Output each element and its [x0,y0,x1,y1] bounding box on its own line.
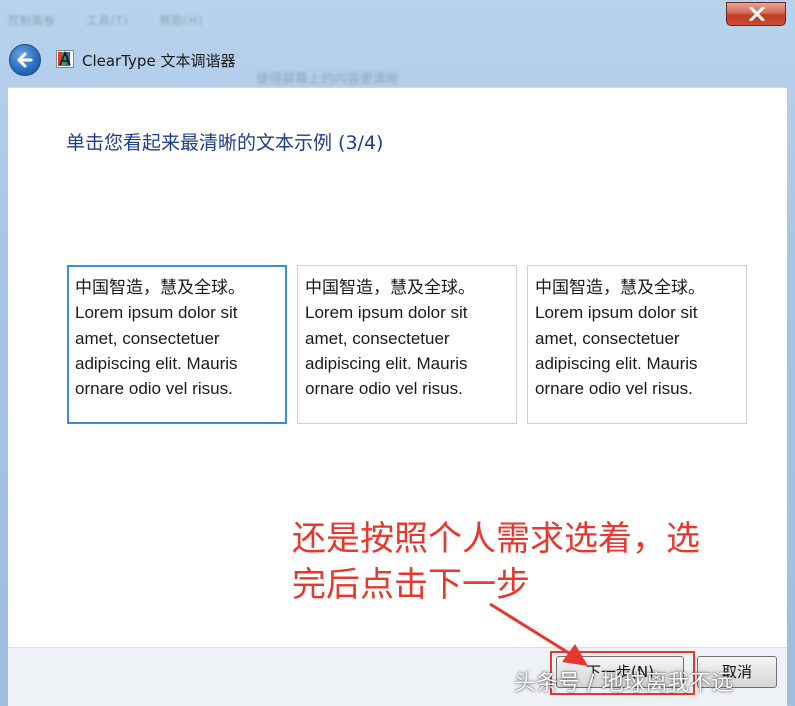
sample-line: amet, consectetuer [75,328,220,348]
sample-line: adipiscing elit. Mauris [305,353,468,373]
annotation-line: 完后点击下一步 [292,565,530,605]
blurred-menu-item: 帮助(H) [159,14,204,27]
close-icon [749,7,765,21]
blurred-menu-item: 控制面板 [8,14,56,27]
page-heading: 单击您看起来最清晰的文本示例 (3/4) [66,132,384,154]
sample-line: 中国智造，慧及全球。 [535,278,705,297]
back-button[interactable] [9,44,41,76]
cleartype-icon [56,50,74,68]
sample-line: amet, consectetuer [535,328,680,348]
blurred-subtitle: 使得屏幕上的内容更清晰 [256,72,400,87]
sample-line: 中国智造，慧及全球。 [305,278,475,297]
annotation-line: 还是按照个人需求选着，选 [292,519,700,559]
window-frame: 控制面板 工具(T) 帮助(H) ClearType 文本调谐器 使得屏幕上的内… [0,0,795,706]
annotation-text: 还是按照个人需求选着，选 完后点击下一步 [292,516,772,608]
sample-line: Lorem ipsum dolor sit [305,303,468,323]
sample-line: adipiscing elit. Mauris [535,353,698,373]
sample-line: amet, consectetuer [305,328,450,348]
sample-line: ornare odio vel risus. [75,379,233,399]
blurred-menu-item: 工具(T) [86,14,129,27]
sample-line: 中国智造，慧及全球。 [75,278,245,297]
sample-line: ornare odio vel risus. [305,379,463,399]
blurred-menu-bar: 控制面板 工具(T) 帮助(H) [8,12,428,34]
back-arrow-icon [17,52,33,68]
close-button[interactable] [726,2,786,26]
sample-line: ornare odio vel risus. [535,379,693,399]
sample-line: Lorem ipsum dolor sit [75,303,238,323]
text-sample-1[interactable]: 中国智造，慧及全球。 Lorem ipsum dolor sit amet, c… [67,265,287,424]
sample-line: adipiscing elit. Mauris [75,353,238,373]
cancel-button[interactable]: 取消 [697,656,777,688]
sample-line: Lorem ipsum dolor sit [535,303,698,323]
text-sample-2[interactable]: 中国智造，慧及全球。 Lorem ipsum dolor sit amet, c… [297,265,517,424]
text-sample-3[interactable]: 中国智造，慧及全球。 Lorem ipsum dolor sit amet, c… [527,265,747,424]
window-title: ClearType 文本调谐器 [82,52,236,70]
next-button[interactable]: 下一步(N) [556,656,684,688]
